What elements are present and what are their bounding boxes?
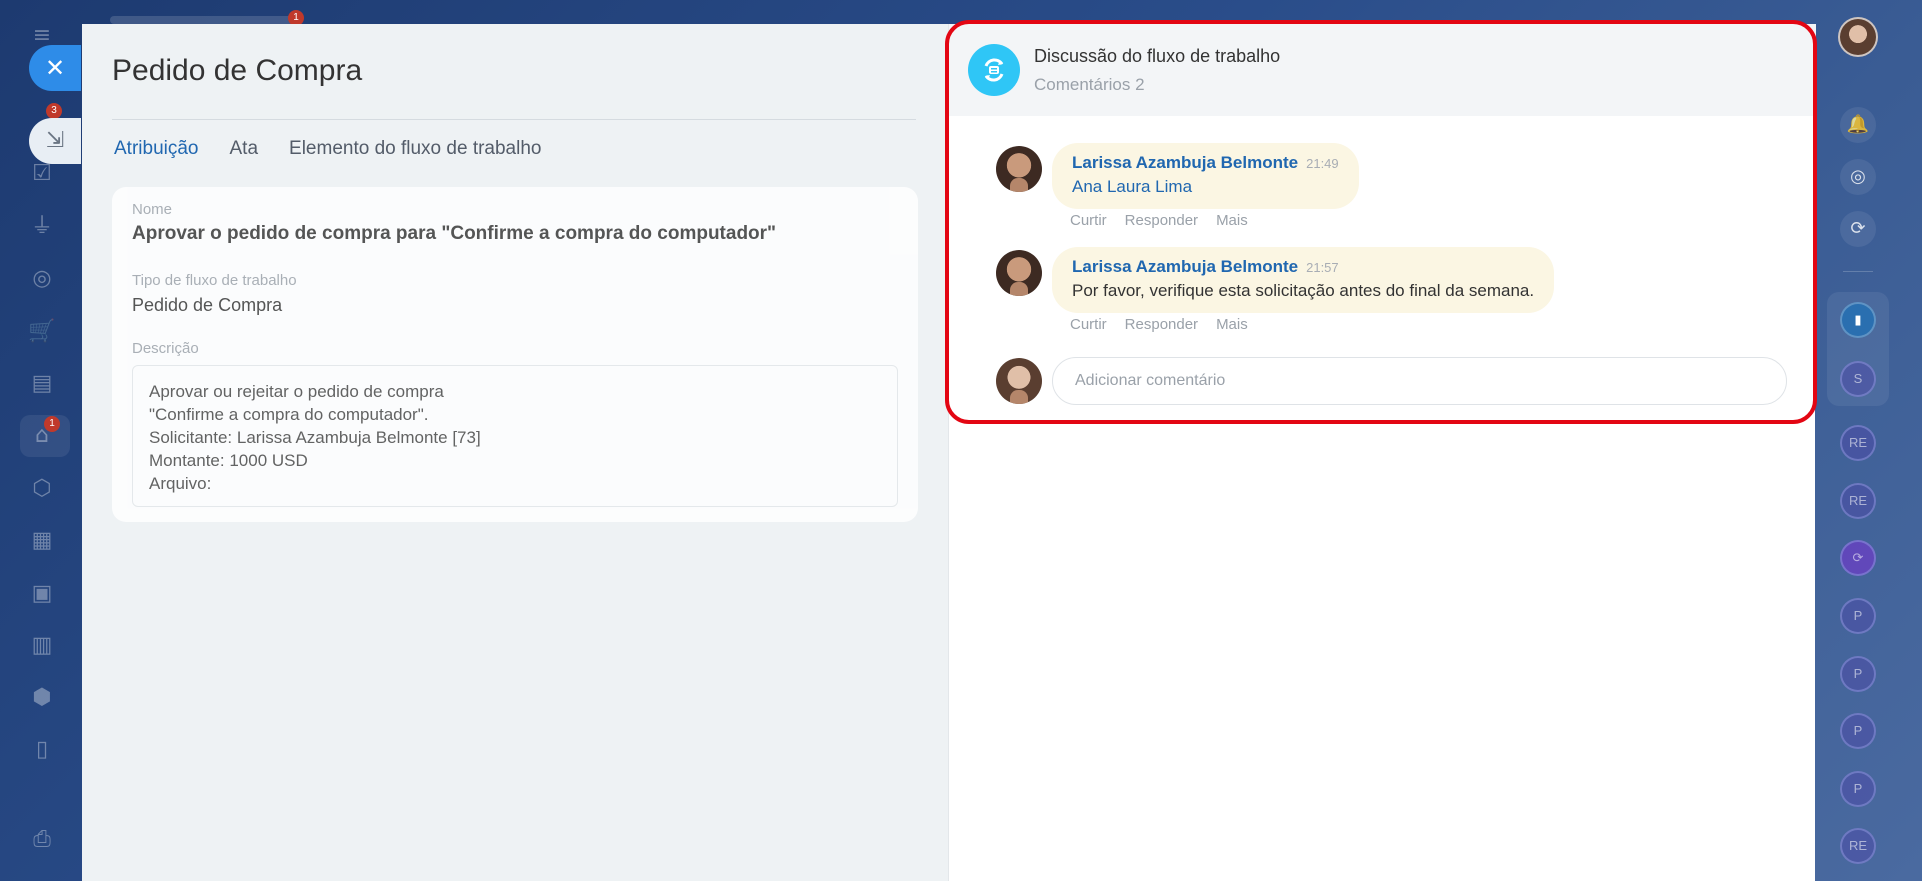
workflow-type-value: Pedido de Compra xyxy=(132,295,283,315)
box-icon[interactable]: ⬡ xyxy=(28,475,56,503)
page-title: Pedido de Compra xyxy=(112,54,363,87)
document-icon[interactable]: ▯ xyxy=(28,736,56,764)
recent-chip[interactable]: S xyxy=(1840,361,1876,397)
more-button[interactable]: Mais xyxy=(1216,316,1248,333)
funnel-icon[interactable]: ⏚ xyxy=(28,213,56,241)
name-value: Aprovar o pedido de compra para "Confirm… xyxy=(132,223,777,244)
close-button[interactable]: ✕ xyxy=(29,45,81,91)
description-line: "Confirme a compra do computador". xyxy=(149,405,429,424)
bookmark-icon[interactable]: ▮ xyxy=(1840,302,1876,338)
recent-chip[interactable]: RE xyxy=(1840,828,1876,864)
target-icon[interactable]: ◎ xyxy=(1840,159,1876,195)
description-line: Arquivo: xyxy=(149,474,212,493)
recent-chip[interactable]: RE xyxy=(1840,425,1876,461)
reply-button[interactable]: Responder xyxy=(1125,212,1198,229)
nav-badge-inbox: 1 xyxy=(44,416,60,432)
comment-bubble: Larissa Azambuja Belmonte 21:57 Por favor… xyxy=(1052,247,1555,313)
add-comment-input[interactable] xyxy=(1052,357,1787,405)
comment-count[interactable]: Comentários 2 xyxy=(1034,75,1145,95)
description-line: Aprovar ou rejeitar o pedido de compra xyxy=(149,382,444,401)
assignment-card: Nome Aprovar o pedido de compra para "Co… xyxy=(112,187,918,522)
cart-icon[interactable]: 🛒 xyxy=(28,318,56,346)
workflow-icon[interactable]: ⟳ xyxy=(1840,211,1876,247)
tasks-icon[interactable]: ☑ xyxy=(28,160,56,188)
tab-bar: Atribuição Ata Elemento do fluxo de trab… xyxy=(114,138,541,160)
nav-badge-tasks: 3 xyxy=(46,103,62,119)
left-navigation: 1 ≡ ✕ 3 ⇲ ☑ ⏚ ◎ 🛒 ▤ ⌂ 1 ⬡ ▦ ▣ ▥ ⬢ ▯ ⎙ xyxy=(0,0,304,881)
settings-icon[interactable]: ⬢ xyxy=(28,684,56,712)
tab-assignment[interactable]: Atribuição xyxy=(114,138,199,160)
target-icon[interactable]: ◎ xyxy=(28,265,56,293)
reply-button[interactable]: Responder xyxy=(1125,316,1198,333)
recent-chip[interactable]: RE xyxy=(1840,483,1876,519)
discussion-header: Discussão do fluxo de trabalho Comentári… xyxy=(949,24,1816,116)
description-label: Descrição xyxy=(132,340,199,357)
comment-time: 21:49 xyxy=(1306,156,1339,171)
recent-chip[interactable]: P xyxy=(1840,771,1876,807)
comment-bubble: Larissa Azambuja Belmonte 21:49 Ana Laura… xyxy=(1052,143,1359,209)
description-box: Aprovar ou rejeitar o pedido de compra "… xyxy=(132,365,898,507)
user-avatar[interactable] xyxy=(1838,17,1878,57)
description-line: Solicitante: Larissa Azambuja Belmonte [… xyxy=(149,428,481,447)
like-button[interactable]: Curtir xyxy=(1070,212,1107,229)
comment-author[interactable]: Larissa Azambuja Belmonte xyxy=(1072,153,1298,172)
right-sidebar: 🔔 ◎ ⟳ ▮ S RE RE ⟳ P P P P RE xyxy=(1815,0,1922,881)
avatar[interactable] xyxy=(996,250,1042,296)
current-user-avatar xyxy=(996,358,1042,404)
discussion-section: Discussão do fluxo de trabalho Comentári… xyxy=(948,24,1816,881)
workflow-discussion-icon xyxy=(968,44,1020,96)
workflow-type-label: Tipo de fluxo de trabalho xyxy=(132,272,297,289)
tab-minutes[interactable]: Ata xyxy=(230,138,259,160)
comment-text: Por favor, verifique esta solicitação an… xyxy=(1072,281,1535,300)
recent-chip[interactable]: P xyxy=(1840,598,1876,634)
avatar[interactable] xyxy=(996,146,1042,192)
comment-actions: Curtir Responder Mais xyxy=(1070,212,1248,229)
comment-actions: Curtir Responder Mais xyxy=(1070,316,1248,333)
bell-icon[interactable]: 🔔 xyxy=(1840,107,1876,143)
recent-chip[interactable]: P xyxy=(1840,656,1876,692)
printer-icon[interactable]: ⎙ xyxy=(28,826,56,854)
name-label: Nome xyxy=(132,201,173,218)
recent-chip[interactable]: P xyxy=(1840,713,1876,749)
comment-time: 21:57 xyxy=(1306,260,1339,275)
sidebar-separator xyxy=(1843,271,1873,272)
comment-author[interactable]: Larissa Azambuja Belmonte xyxy=(1072,257,1298,276)
workflow-loop-icon[interactable]: ⟳ xyxy=(1840,540,1876,576)
workflow-panel: Pedido de Compra Atribuição Ata Elemento… xyxy=(82,24,1816,881)
title-divider xyxy=(112,119,916,120)
calendar-icon[interactable]: ▣ xyxy=(28,580,56,608)
warehouse-icon[interactable]: ▦ xyxy=(28,527,56,555)
tab-workflow-element[interactable]: Elemento do fluxo de trabalho xyxy=(289,138,541,160)
description-line: Montante: 1000 USD xyxy=(149,451,308,470)
collapse-button[interactable]: ⇲ xyxy=(29,118,81,164)
top-search-placeholder xyxy=(110,16,300,24)
comment-mention[interactable]: Ana Laura Lima xyxy=(1072,177,1339,197)
more-button[interactable]: Mais xyxy=(1216,212,1248,229)
discussion-title: Discussão do fluxo de trabalho xyxy=(1034,46,1281,66)
like-button[interactable]: Curtir xyxy=(1070,316,1107,333)
chart-icon[interactable]: ▥ xyxy=(28,632,56,660)
assignment-section: Pedido de Compra Atribuição Ata Elemento… xyxy=(82,24,948,881)
contact-card-icon[interactable]: ▤ xyxy=(28,370,56,398)
